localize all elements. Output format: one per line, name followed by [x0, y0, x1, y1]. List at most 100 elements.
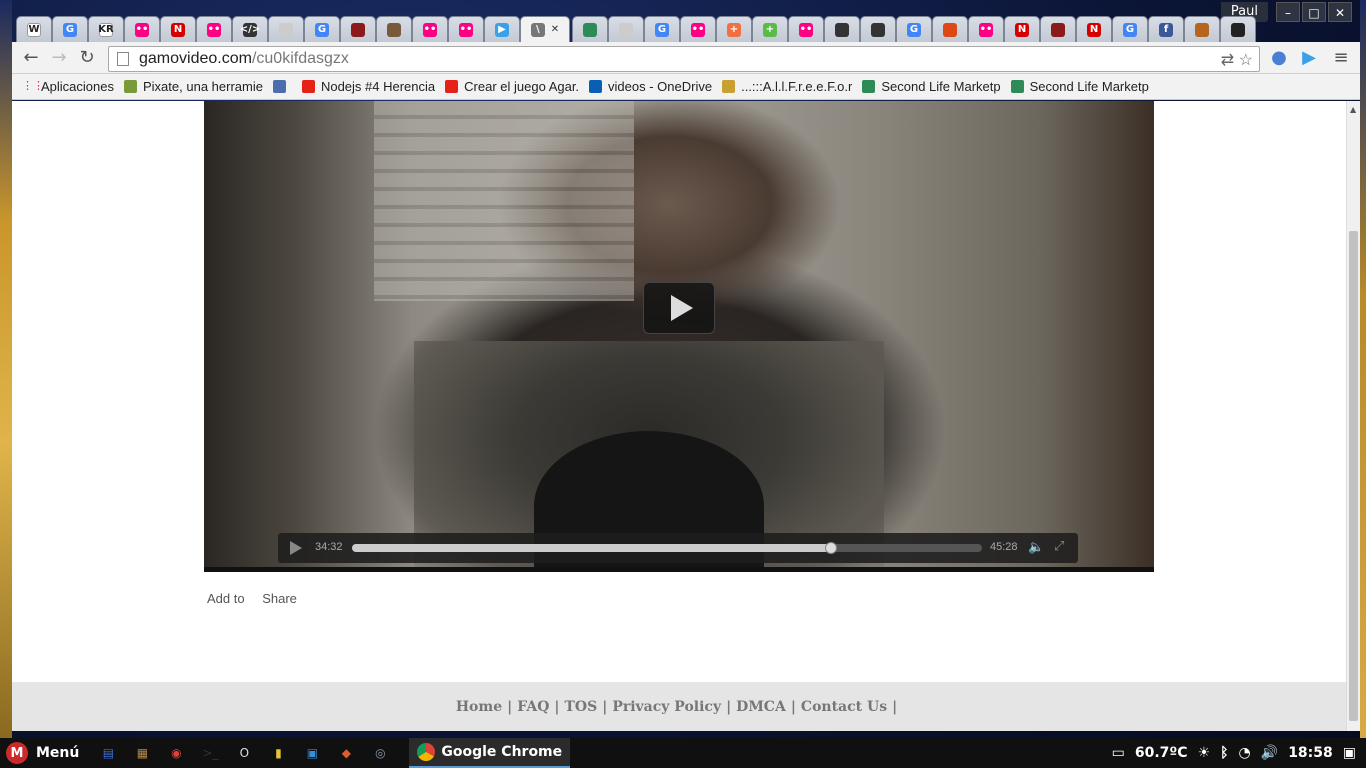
share-link[interactable]: Share [262, 591, 297, 606]
scroll-up-arrow-icon[interactable]: ▲ [1350, 105, 1356, 114]
browser-tab[interactable] [376, 16, 412, 42]
browser-tab[interactable]: •• [448, 16, 484, 42]
flickr-icon: •• [691, 22, 705, 37]
browser-tab[interactable] [932, 16, 968, 42]
browser-tab[interactable] [608, 16, 644, 42]
files-icon[interactable]: ▤ [97, 742, 119, 764]
browser-tab[interactable]: G [52, 16, 88, 42]
maximize-button[interactable]: □ [1302, 2, 1326, 22]
brightness-icon[interactable]: ☀ [1198, 745, 1211, 761]
browser-tab[interactable]: G [644, 16, 680, 42]
browser-tab[interactable]: f [1148, 16, 1184, 42]
close-button[interactable]: ✕ [1328, 2, 1352, 22]
footer-link-dmca[interactable]: DMCA [736, 699, 786, 715]
add-to-link[interactable]: Add to [207, 591, 245, 606]
browser-tab[interactable]: G [896, 16, 932, 42]
menu-label[interactable]: Menú [36, 745, 79, 761]
bookmark-label: ...:::A.l.l.F.r.e.e.F.o.r [741, 79, 853, 94]
browser-tab[interactable]: N [1004, 16, 1040, 42]
footer-link-tos[interactable]: TOS [565, 699, 598, 715]
bookmark-item[interactable]: ...:::A.l.l.F.r.e.e.F.o.r [722, 79, 852, 94]
reload-button[interactable]: ↻ [76, 47, 98, 69]
browser-tab[interactable] [1220, 16, 1256, 42]
bookmark-apps[interactable]: ⋮⋮ Aplicaciones [22, 79, 114, 94]
volume-icon[interactable]: 🔊 [1261, 745, 1278, 761]
system-tray: ▭ 60.7ºC ☀ ᛒ ◔ 🔊 18:58 ▣ [1112, 738, 1366, 768]
browser-tab[interactable] [860, 16, 896, 42]
browser-tab[interactable]: G [1112, 16, 1148, 42]
fullscreen-icon[interactable]: ⤢ [1054, 538, 1064, 554]
browser-tab[interactable] [1184, 16, 1220, 42]
archive-icon[interactable]: ▦ [131, 742, 153, 764]
footer-link-home[interactable]: Home [456, 699, 502, 715]
browser-tab[interactable]: •• [412, 16, 448, 42]
red-n-icon: N [1087, 22, 1101, 37]
microphone-icon[interactable]: ● [1268, 47, 1290, 69]
seek-bar[interactable] [352, 542, 982, 554]
browser-tab[interactable] [572, 16, 608, 42]
browser-tab[interactable]: •• [788, 16, 824, 42]
stack-icon[interactable]: ◆ [335, 742, 357, 764]
box-icon[interactable]: ▣ [301, 742, 323, 764]
browser-tab[interactable]: •• [680, 16, 716, 42]
seek-handle[interactable] [824, 542, 837, 554]
wifi-icon[interactable]: ◔ [1239, 745, 1251, 761]
bookmark-item[interactable]: videos - OneDrive [589, 79, 712, 94]
big-play-button[interactable] [643, 282, 715, 334]
extension-play-icon[interactable]: ▶ [1298, 47, 1320, 69]
browser-tab[interactable]: •• [124, 16, 160, 42]
volume-icon[interactable]: 🔈 [1028, 539, 1044, 555]
forward-button[interactable]: → [48, 47, 70, 69]
browser-tab[interactable] [340, 16, 376, 42]
browser-tab[interactable] [824, 16, 860, 42]
control-play-icon[interactable] [290, 541, 302, 555]
bookmark-item[interactable]: Nodejs #4 Herencia [301, 79, 435, 94]
bookmark-item[interactable] [272, 80, 292, 93]
browser-tab[interactable]: •• [196, 16, 232, 42]
footer-link-faq[interactable]: FAQ [517, 699, 549, 715]
browser-tab[interactable]: N [160, 16, 196, 42]
bookmark-item[interactable]: Crear el juego Agar. [445, 79, 579, 94]
browser-tab[interactable]: N [1076, 16, 1112, 42]
opera-icon[interactable]: O [233, 742, 255, 764]
browser-tab[interactable]: •• [968, 16, 1004, 42]
browser-tab[interactable]: </> [232, 16, 268, 42]
show-desktop-icon[interactable]: ▣ [1343, 745, 1356, 761]
chrome-icon[interactable]: ◉ [165, 742, 187, 764]
mint-menu-icon[interactable]: M [6, 742, 28, 764]
bookmark-item[interactable]: Pixate, una herramie [124, 79, 263, 94]
video-player[interactable]: 34:32 45:28 🔈 ⤢ [204, 101, 1154, 572]
page-scrollbar[interactable]: ▲ [1346, 101, 1360, 731]
browser-tab[interactable]: ▶ [484, 16, 520, 42]
folder-icon[interactable]: ▮ [267, 742, 289, 764]
video-bottom-bar [204, 567, 1154, 572]
tab-close-icon[interactable]: ✕ [551, 24, 559, 35]
browser-tab[interactable]: \ ✕ [520, 16, 570, 42]
facebook-icon: f [1159, 22, 1173, 37]
browser-tab[interactable]: + [752, 16, 788, 42]
taskbar-task-chrome[interactable]: Google Chrome [409, 738, 571, 768]
drive-icon[interactable]: ▭ [1112, 745, 1125, 761]
menu-icon[interactable]: ≡ [1330, 47, 1352, 69]
footer-link-privacy-policy[interactable]: Privacy Policy [612, 699, 721, 715]
translate-icon[interactable]: ⇄ [1221, 52, 1234, 69]
browser-tab[interactable] [1040, 16, 1076, 42]
second-life-icon [1010, 80, 1024, 93]
browser-tab[interactable]: + [716, 16, 752, 42]
browser-tab[interactable]: G [304, 16, 340, 42]
webcam-icon[interactable]: ◎ [369, 742, 391, 764]
browser-tab[interactable]: W [16, 16, 52, 42]
browser-tab[interactable] [268, 16, 304, 42]
footer-link-contact-us[interactable]: Contact Us [801, 699, 887, 715]
star-icon[interactable]: ☆ [1239, 52, 1253, 69]
bluetooth-icon[interactable]: ᛒ [1220, 745, 1228, 761]
bookmark-item[interactable]: Second Life Marketp [862, 79, 1001, 94]
terminal-icon[interactable]: >_ [199, 742, 221, 764]
minimize-button[interactable]: – [1276, 2, 1300, 22]
back-button[interactable]: ← [20, 47, 42, 69]
browser-tab[interactable]: KR [88, 16, 124, 42]
footer-separator: | [892, 698, 898, 715]
bookmark-item[interactable]: Second Life Marketp [1010, 79, 1149, 94]
scrollbar-thumb[interactable] [1349, 231, 1358, 721]
address-bar[interactable]: gamovideo.com/cu0kifdasgzx ⇄ ☆ [108, 46, 1260, 72]
